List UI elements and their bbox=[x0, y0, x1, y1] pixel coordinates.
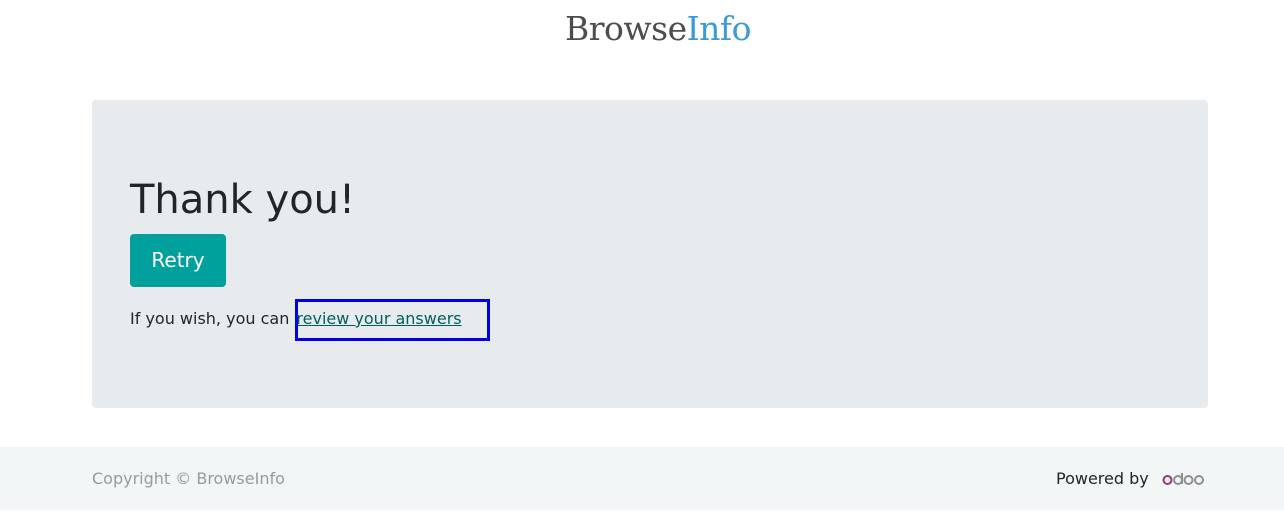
logo-text-info: Info bbox=[686, 9, 752, 48]
thank-you-panel: Thank you! Retry If you wish, you can re… bbox=[92, 100, 1208, 408]
site-footer: Copyright © BrowseInfo Powered by bbox=[0, 447, 1284, 510]
powered-by-text: Powered by bbox=[1056, 469, 1149, 488]
site-header: BrowseInfo bbox=[0, 0, 1284, 60]
logo-text-browse: Browse bbox=[565, 9, 687, 48]
page-title: Thank you! bbox=[130, 177, 356, 223]
highlight-box bbox=[295, 299, 490, 341]
copyright-text: Copyright © BrowseInfo bbox=[92, 469, 285, 488]
browseinfo-logo[interactable]: BrowseInfo bbox=[565, 8, 751, 50]
retry-button[interactable]: Retry bbox=[130, 234, 226, 287]
review-prefix-text: If you wish, you can bbox=[130, 309, 290, 328]
odoo-logo-icon[interactable] bbox=[1162, 471, 1204, 487]
